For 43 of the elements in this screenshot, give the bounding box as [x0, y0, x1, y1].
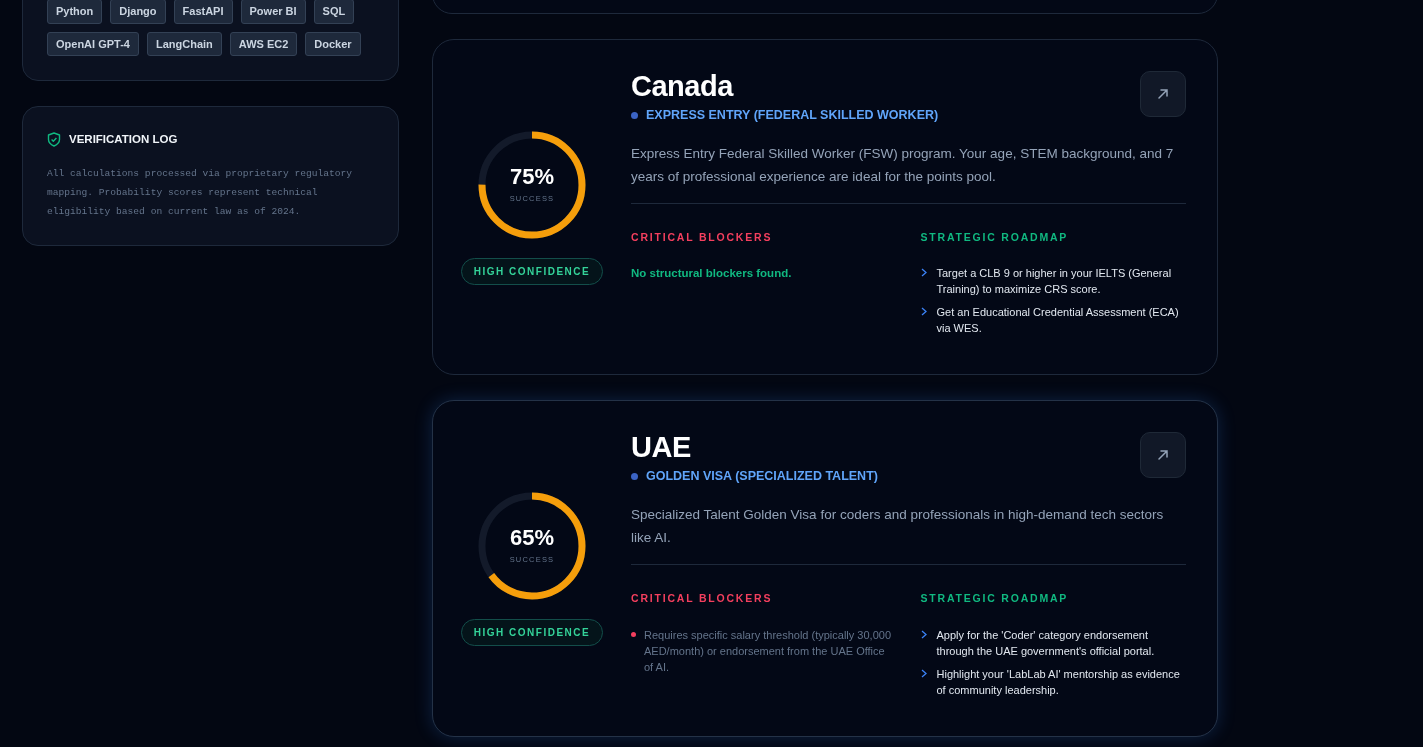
- chevron-icon: [920, 668, 927, 678]
- bullet-dot: [631, 111, 638, 119]
- skill-tag: LangChain: [146, 31, 222, 56]
- skill-tag: Power BI: [240, 0, 306, 24]
- arrow-up-right-icon: [1157, 449, 1169, 462]
- shield-check-icon: [47, 132, 61, 148]
- section-heading: STRATEGIC ROADMAP: [920, 229, 1070, 245]
- section-heading: STRATEGIC ROADMAP: [920, 591, 1070, 607]
- chevron-icon: [920, 629, 927, 639]
- country-title: UAE: [631, 432, 692, 465]
- section-heading: CRITICAL BLOCKERS: [631, 591, 774, 607]
- verification-text: All calculations processed via proprietary regulatory mapping. Probability scores represent technical eligibility based on current law as of 2024.: [47, 167, 354, 220]
- roadmap-step: Apply for the 'Coder' category endorsement through the UAE government's official portal.: [936, 626, 1186, 659]
- bullet-dot: [631, 631, 636, 637]
- status-text: No structural blockers found.: [631, 266, 793, 282]
- section-heading: CRITICAL BLOCKERS: [631, 229, 774, 245]
- roadmap-step: Highlight your 'LabLab AI' mentorship as evidence of community leadership.: [936, 665, 1186, 698]
- skill-tag: Python: [47, 0, 103, 24]
- score-value: 75%: [509, 165, 554, 188]
- roadmap-step: Target a CLB 9 or higher in your IELTS (General Training) to maximize CRS score.: [936, 265, 1186, 298]
- skill-tag: AWS EC2: [229, 31, 298, 56]
- chevron-icon: [920, 307, 927, 317]
- country-title: Canada: [631, 71, 735, 103]
- arrow-up-right-icon: [1157, 88, 1169, 100]
- score-value: 65%: [509, 526, 554, 549]
- skill-tag: Django: [110, 0, 166, 24]
- program-label: GOLDEN VISA (SPECIALIZED TALENT): [646, 468, 878, 486]
- open-link-button[interactable]: [1140, 71, 1186, 117]
- skill-tag: FastAPI: [173, 0, 233, 24]
- skill-tag: SQL: [313, 0, 355, 24]
- program-description: Specialized Talent Golden Visa for coders and professionals in high-demand tech sectors like AI.: [631, 506, 1165, 548]
- bullet-dot: [631, 473, 638, 481]
- program-label: EXPRESS ENTRY (FEDERAL SKILLED WORKER): [646, 106, 939, 124]
- panel-title: VERIFICATION LOG: [69, 132, 178, 147]
- program-description: Express Entry Federal Skilled Worker (FSW) program. Your age, STEM background, and 7 years of professional experience are ideal for the points pool.: [631, 144, 1175, 186]
- open-link-button[interactable]: [1140, 432, 1186, 479]
- confidence-badge: HIGH CONFIDENCE: [460, 257, 604, 285]
- skill-tag: Docker: [305, 31, 361, 56]
- roadmap-step: Get an Educational Credential Assessment (ECA) via WES.: [936, 304, 1186, 337]
- blocker-text: Requires specific salary threshold (typically 30,000 AED/month) or endorsement from the UAE Office of AI.: [644, 627, 892, 675]
- chevron-icon: [920, 268, 927, 278]
- skill-tag: OpenAI GPT-4: [47, 31, 139, 56]
- confidence-badge: HIGH CONFIDENCE: [460, 619, 604, 647]
